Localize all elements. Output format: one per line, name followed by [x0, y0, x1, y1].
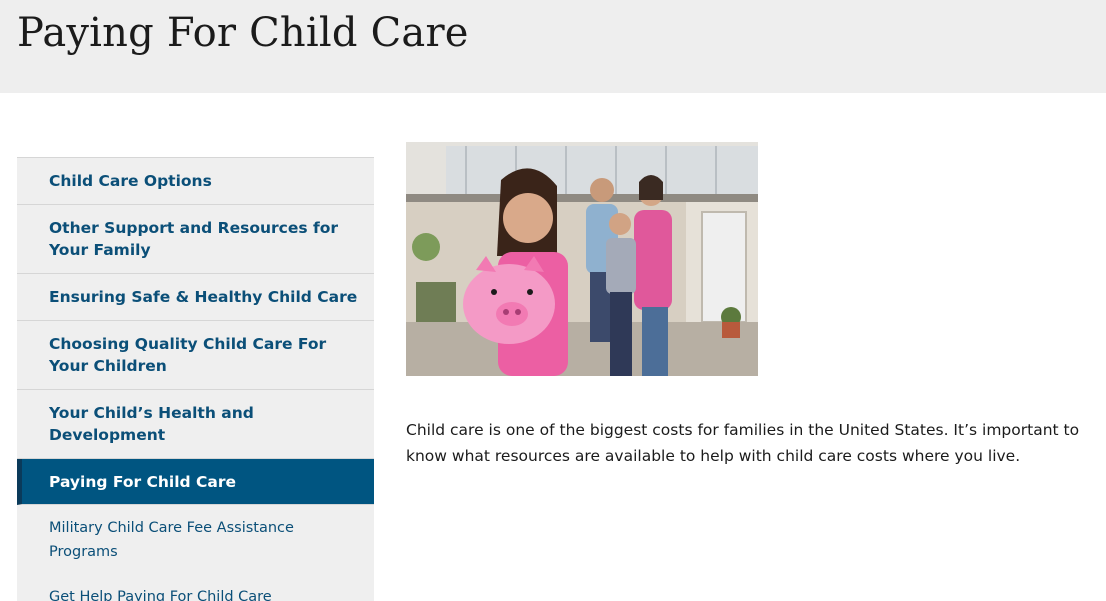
sidenav-subitems: Military Child Care Fee Assistance Progr…	[17, 505, 374, 601]
sidenav-item-choosing-quality-care[interactable]: Choosing Quality Child Care For Your Chi…	[17, 321, 374, 390]
sidenav-subitem-get-help-paying[interactable]: Get Help Paying For Child Care	[17, 574, 374, 601]
photo-illustration	[406, 142, 758, 376]
intro-paragraph: Child care is one of the biggest costs f…	[406, 421, 1080, 465]
page-title: Paying For Child Care	[17, 10, 469, 56]
sidenav-item-paying-for-child-care[interactable]: Paying For Child Care	[17, 459, 374, 505]
sidenav-item-child-care-options[interactable]: Child Care Options	[17, 158, 374, 205]
sidenav-subitem-military-fee-assistance[interactable]: Military Child Care Fee Assistance Progr…	[17, 505, 374, 574]
family-piggy-bank-photo	[406, 142, 758, 376]
sidenav-item-other-support[interactable]: Other Support and Resources for Your Fam…	[17, 205, 374, 274]
sidenav-item-safe-healthy-care[interactable]: Ensuring Safe & Healthy Child Care	[17, 274, 374, 321]
side-navigation: Child Care Options Other Support and Res…	[17, 157, 374, 601]
page-header: Paying For Child Care	[0, 0, 1106, 93]
sidenav-item-health-development[interactable]: Your Child’s Health and Development	[17, 390, 374, 459]
